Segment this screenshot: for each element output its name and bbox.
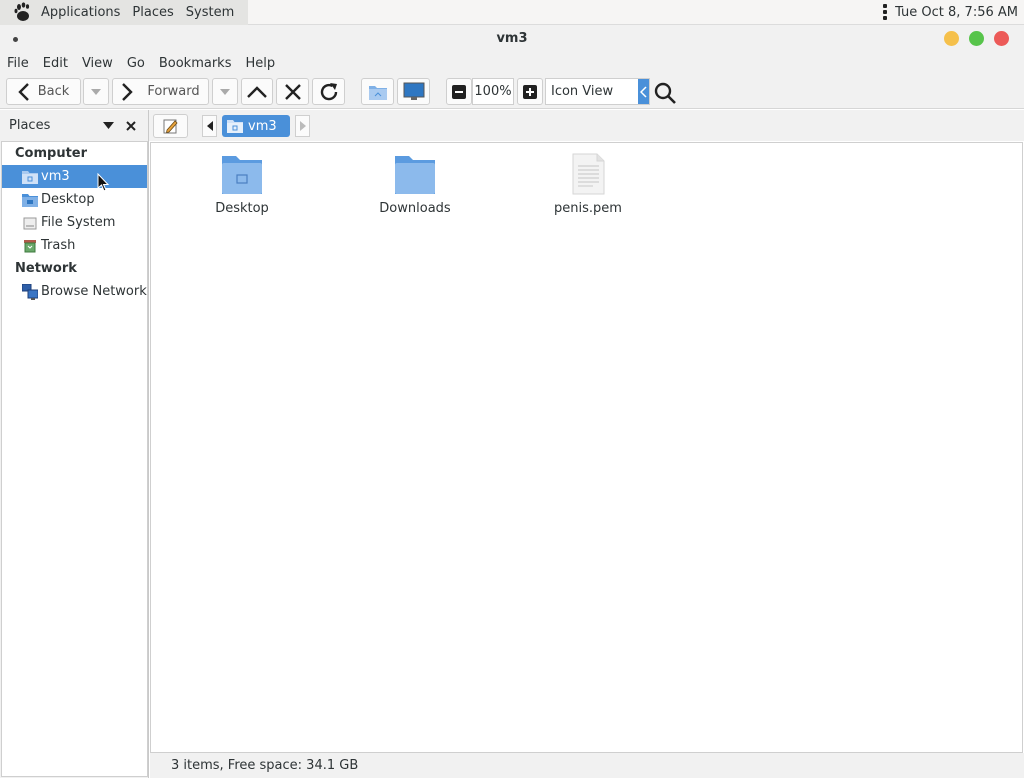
trash-icon bbox=[22, 238, 38, 254]
minimize-button[interactable] bbox=[944, 31, 959, 46]
applications-menu[interactable]: Applications bbox=[35, 0, 126, 25]
network-icon bbox=[22, 283, 38, 300]
desktop-folder-icon bbox=[22, 192, 38, 208]
home-folder-icon bbox=[368, 85, 387, 100]
computer-icon bbox=[403, 82, 424, 100]
view-mode-arrow-icon bbox=[638, 79, 649, 104]
edit-location-icon bbox=[163, 119, 178, 134]
home-button[interactable] bbox=[361, 78, 394, 105]
sidebar: Places Computer vm3 Desktop File System bbox=[0, 110, 149, 778]
places-list: Computer vm3 Desktop File System Trash N bbox=[1, 141, 148, 777]
sidebar-item-desktop[interactable]: Desktop bbox=[2, 188, 147, 211]
chevron-down-icon bbox=[220, 88, 230, 95]
reload-button[interactable] bbox=[312, 78, 345, 105]
forward-label: Forward bbox=[147, 84, 200, 99]
breadcrumb-vm3[interactable]: vm3 bbox=[222, 115, 290, 137]
file-item-downloads[interactable]: Downloads bbox=[355, 153, 475, 216]
menu-go[interactable]: Go bbox=[120, 56, 152, 71]
menu-file[interactable]: File bbox=[0, 56, 36, 71]
system-menu[interactable]: System bbox=[180, 0, 240, 25]
sidebar-item-label: vm3 bbox=[41, 169, 70, 184]
back-history-button[interactable] bbox=[83, 78, 109, 105]
file-item-label: Downloads bbox=[379, 201, 451, 216]
toolbar: Back Forward 100% Icon View bbox=[0, 74, 1024, 109]
window-title: vm3 bbox=[496, 31, 528, 46]
file-view[interactable]: Desktop Downloads penis.pem bbox=[150, 142, 1023, 753]
search-icon bbox=[654, 82, 676, 104]
top-panel: Applications Places System Tue Oct 8, 7:… bbox=[0, 0, 1024, 25]
panel-overflow-icon[interactable] bbox=[883, 4, 888, 20]
sidebar-item-label: File System bbox=[41, 215, 116, 230]
file-item-label: Desktop bbox=[215, 201, 269, 216]
view-mode-select[interactable]: Icon View bbox=[545, 78, 650, 105]
window-titlebar[interactable]: vm3 bbox=[0, 25, 1024, 53]
section-network: Network bbox=[15, 261, 77, 276]
breadcrumb-label: vm3 bbox=[248, 118, 277, 134]
view-mode-label: Icon View bbox=[551, 84, 614, 99]
up-arrow-icon bbox=[247, 85, 267, 98]
chevron-down-icon bbox=[91, 88, 101, 95]
sidebar-item-vm3[interactable]: vm3 bbox=[2, 165, 147, 188]
location-edit-button[interactable] bbox=[153, 114, 188, 138]
back-label: Back bbox=[37, 84, 70, 99]
maximize-button[interactable] bbox=[969, 31, 984, 46]
search-button[interactable] bbox=[654, 82, 678, 108]
close-sidebar-icon[interactable] bbox=[126, 120, 136, 131]
gnome-foot-icon[interactable] bbox=[11, 1, 33, 23]
forward-history-button[interactable] bbox=[212, 78, 238, 105]
zoom-level[interactable]: 100% bbox=[472, 78, 514, 105]
file-item-penis-pem[interactable]: penis.pem bbox=[528, 153, 648, 216]
zoom-out-button[interactable] bbox=[446, 78, 472, 105]
up-button[interactable] bbox=[241, 78, 273, 105]
menu-view[interactable]: View bbox=[75, 56, 120, 71]
file-item-desktop[interactable]: Desktop bbox=[182, 153, 302, 216]
sidebar-item-file-system[interactable]: File System bbox=[2, 211, 147, 234]
back-button[interactable]: Back bbox=[6, 78, 81, 105]
file-item-label: penis.pem bbox=[554, 201, 622, 216]
status-bar: 3 items, Free space: 34.1 GB bbox=[150, 753, 1024, 778]
folder-icon bbox=[395, 156, 435, 194]
stop-icon bbox=[284, 83, 301, 100]
sidebar-header: Places bbox=[0, 110, 148, 141]
menu-bookmarks[interactable]: Bookmarks bbox=[152, 56, 239, 71]
sidebar-item-trash[interactable]: Trash bbox=[2, 234, 147, 257]
home-folder-icon bbox=[22, 169, 38, 185]
home-folder-icon bbox=[227, 120, 243, 133]
menubar: File Edit View Go Bookmarks Help bbox=[0, 53, 1024, 74]
forward-arrow-icon bbox=[122, 82, 134, 101]
stop-button[interactable] bbox=[276, 78, 309, 105]
drive-icon bbox=[22, 215, 38, 231]
zoom-in-icon bbox=[523, 84, 537, 99]
zoom-out-icon bbox=[452, 84, 466, 99]
text-file-icon bbox=[572, 153, 605, 195]
sidebar-mode-dropdown-icon[interactable] bbox=[103, 122, 114, 129]
path-scroll-left-button[interactable] bbox=[202, 115, 217, 137]
menu-help[interactable]: Help bbox=[238, 56, 282, 71]
mouse-cursor-icon bbox=[97, 173, 110, 192]
section-computer: Computer bbox=[15, 146, 88, 161]
close-button[interactable] bbox=[994, 31, 1009, 46]
forward-button[interactable]: Forward bbox=[112, 78, 209, 105]
chevron-right-icon bbox=[299, 121, 306, 131]
sidebar-item-label: Browse Network bbox=[41, 284, 147, 299]
computer-button[interactable] bbox=[397, 78, 430, 105]
desktop-folder-icon bbox=[222, 156, 262, 194]
places-menu[interactable]: Places bbox=[126, 0, 179, 25]
path-bar: vm3 bbox=[149, 110, 1024, 141]
menu-edit[interactable]: Edit bbox=[36, 56, 75, 71]
reload-icon bbox=[320, 82, 337, 100]
sidebar-item-label: Desktop bbox=[41, 192, 95, 207]
panel-menus: Applications Places System bbox=[0, 0, 249, 25]
back-arrow-icon bbox=[18, 82, 29, 101]
sidebar-item-browse-network[interactable]: Browse Network bbox=[2, 280, 147, 303]
path-scroll-right-button[interactable] bbox=[295, 115, 310, 137]
zoom-in-button[interactable] bbox=[517, 78, 543, 105]
sidebar-title[interactable]: Places bbox=[9, 118, 103, 133]
panel-clock[interactable]: Tue Oct 8, 7:56 AM bbox=[895, 5, 1018, 20]
panel-right: Tue Oct 8, 7:56 AM bbox=[883, 4, 1024, 20]
sidebar-item-label: Trash bbox=[41, 238, 76, 253]
chevron-left-icon bbox=[206, 121, 213, 131]
